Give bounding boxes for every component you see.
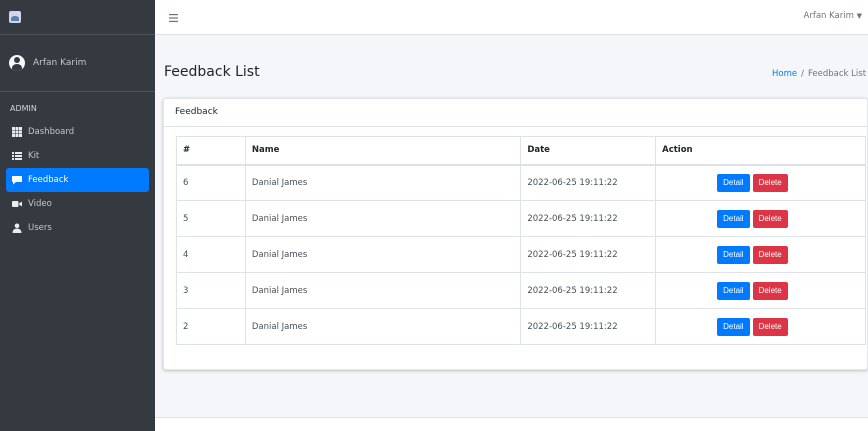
feedback-card: Feedback # Name Date Action 6 Danial Jam… — [163, 98, 868, 370]
header-action: Action — [655, 136, 866, 166]
breadcrumb: Home / Feedback List — [772, 69, 868, 79]
user-dropdown[interactable]: Arfan Karim ▼ — [804, 11, 862, 21]
sidebar-item-label: Video — [28, 199, 52, 209]
cell-action: Detail Delete — [655, 200, 866, 237]
cell-num: 5 — [176, 200, 246, 237]
cell-num: 6 — [176, 164, 246, 201]
table-header-row: # Name Date Action — [176, 136, 866, 166]
table-row: 6 Danial James 2022-06-25 19:11:22 Detai… — [176, 164, 866, 201]
cell-name: Danial James — [244, 308, 522, 345]
sidebar-item-label: Dashboard — [28, 127, 75, 137]
feedback-table: # Name Date Action 6 Danial James 2022-0… — [176, 136, 866, 345]
sidebar-item-feedback[interactable]: Feedback — [6, 168, 149, 192]
sidebar-item-label: Users — [28, 223, 52, 233]
user-panel[interactable]: Arfan Karim — [0, 35, 155, 92]
detail-button[interactable]: Detail — [717, 245, 750, 264]
header-date: Date — [520, 136, 657, 166]
comment-icon — [12, 175, 22, 185]
sidebar-item-label: Kit — [28, 151, 40, 161]
page-footer — [155, 417, 868, 431]
detail-button[interactable]: Detail — [717, 209, 750, 228]
sidebar: Arfan Karim ADMIN Dashboard Kit Feedback… — [0, 0, 155, 431]
sidebar-item-kit[interactable]: Kit — [6, 144, 149, 168]
breadcrumb-current: Feedback List — [807, 69, 867, 79]
cell-name: Danial James — [244, 272, 522, 309]
cell-num: 2 — [176, 308, 246, 345]
table-row: 3 Danial James 2022-06-25 19:11:22 Detai… — [176, 272, 866, 309]
delete-button[interactable]: Delete — [752, 317, 788, 336]
cell-name: Danial James — [244, 164, 522, 201]
cell-date: 2022-06-25 19:11:22 — [520, 200, 657, 237]
list-icon — [12, 151, 22, 161]
breadcrumb-separator: / — [801, 69, 804, 79]
cell-name: Danial James — [244, 200, 522, 237]
delete-button[interactable]: Delete — [752, 281, 788, 300]
delete-button[interactable]: Delete — [752, 245, 788, 264]
cell-date: 2022-06-25 19:11:22 — [520, 308, 657, 345]
logo-icon — [9, 11, 21, 23]
caret-down-icon: ▼ — [856, 12, 862, 20]
table-row: 5 Danial James 2022-06-25 19:11:22 Detai… — [176, 200, 866, 237]
delete-button[interactable]: Delete — [752, 209, 788, 228]
cell-action: Detail Delete — [655, 272, 866, 309]
cell-date: 2022-06-25 19:11:22 — [520, 236, 657, 273]
table-row: 2 Danial James 2022-06-25 19:11:22 Detai… — [176, 308, 866, 345]
hamburger-icon[interactable] — [169, 12, 178, 25]
card-title: Feedback — [164, 99, 867, 127]
cell-action: Detail Delete — [655, 164, 866, 201]
avatar — [9, 55, 25, 71]
brand-link[interactable] — [0, 0, 155, 35]
sidebar-item-dashboard[interactable]: Dashboard — [6, 120, 149, 144]
detail-button[interactable]: Detail — [717, 173, 750, 192]
breadcrumb-home-link[interactable]: Home — [772, 69, 797, 79]
sidebar-item-label: Feedback — [28, 175, 69, 185]
sidebar-user-name: Arfan Karim — [33, 58, 87, 68]
delete-button[interactable]: Delete — [752, 173, 788, 192]
sidebar-item-users[interactable]: Users — [6, 216, 149, 240]
cell-num: 3 — [176, 272, 246, 309]
header-name: Name — [244, 136, 522, 166]
top-user-name: Arfan Karim — [803, 11, 854, 21]
table-row: 4 Danial James 2022-06-25 19:11:22 Detai… — [176, 236, 866, 273]
detail-button[interactable]: Detail — [717, 281, 750, 300]
cell-name: Danial James — [244, 236, 522, 273]
grid-icon — [12, 127, 22, 137]
cell-action: Detail Delete — [655, 236, 866, 273]
top-navbar: Arfan Karim ▼ — [155, 0, 868, 35]
cell-num: 4 — [176, 236, 246, 273]
video-icon — [12, 199, 22, 209]
sidebar-item-video[interactable]: Video — [6, 192, 149, 216]
page-title: Feedback List — [164, 64, 260, 80]
cell-action: Detail Delete — [655, 308, 866, 345]
user-icon — [12, 223, 22, 233]
cell-date: 2022-06-25 19:11:22 — [520, 164, 657, 201]
cell-date: 2022-06-25 19:11:22 — [520, 272, 657, 309]
header-num: # — [176, 136, 246, 166]
nav-header: ADMIN — [10, 104, 37, 113]
detail-button[interactable]: Detail — [717, 317, 750, 336]
